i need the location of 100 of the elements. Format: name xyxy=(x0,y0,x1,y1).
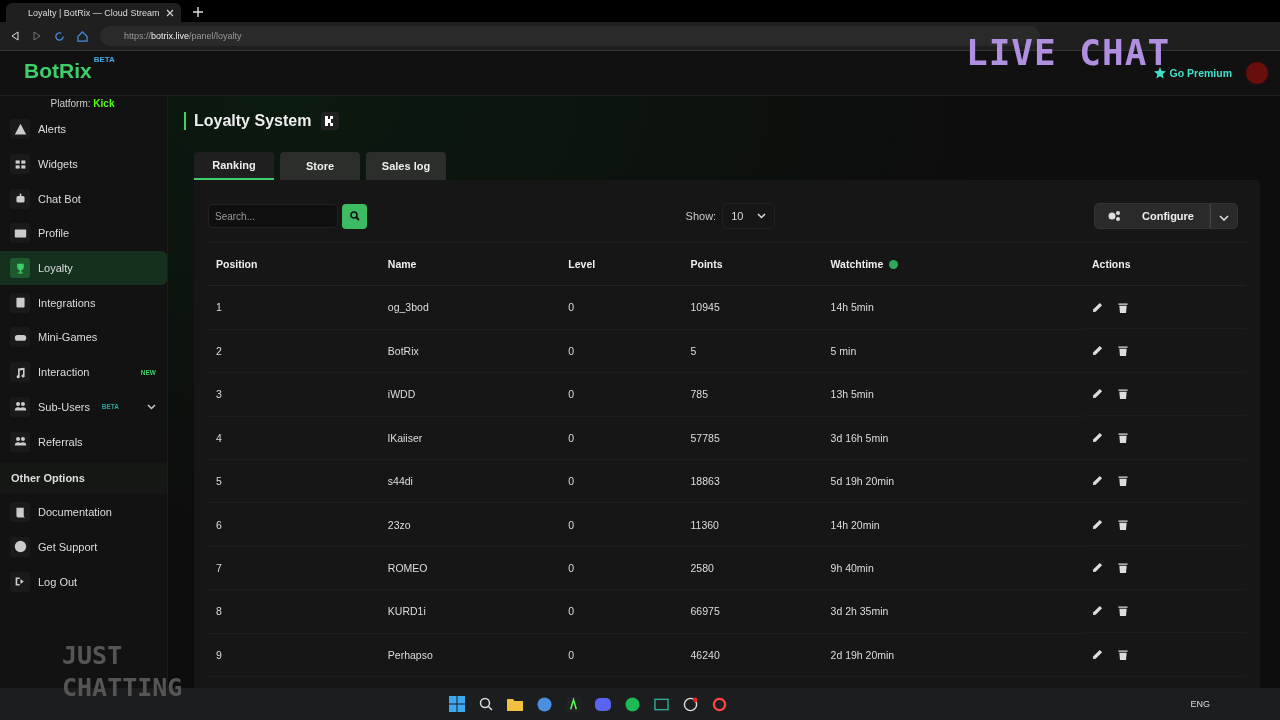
table-cell: 57785 xyxy=(682,416,823,460)
square-icon xyxy=(13,296,27,310)
trash-icon[interactable] xyxy=(1118,388,1128,400)
table-cell: KURD1i xyxy=(379,589,561,634)
pencil-icon[interactable] xyxy=(1092,648,1103,660)
search-button[interactable] xyxy=(342,203,367,229)
table-cell: 0 xyxy=(560,459,683,503)
configure-button[interactable]: Configure xyxy=(1094,203,1210,229)
pencil-icon[interactable] xyxy=(1092,518,1103,530)
logo[interactable]: BotRix xyxy=(24,59,92,83)
forward-icon[interactable] xyxy=(32,31,42,41)
chevron-icon[interactable] xyxy=(147,403,156,410)
reload-icon[interactable] xyxy=(54,30,65,42)
table-cell: iWDD xyxy=(379,372,561,417)
column-header: Position xyxy=(208,243,380,286)
sidebar-section-title: Other Options xyxy=(0,462,167,493)
table-cell: 0 xyxy=(560,589,683,634)
pencil-icon[interactable] xyxy=(1092,605,1103,617)
pencil-icon[interactable] xyxy=(1092,475,1103,487)
app-icon[interactable] xyxy=(654,697,670,711)
pencil-icon[interactable] xyxy=(1092,388,1103,400)
table-cell: BotRix xyxy=(379,329,561,373)
table-cell: s44di xyxy=(379,459,561,503)
trash-icon[interactable] xyxy=(1118,301,1128,313)
table-cell: 0 xyxy=(560,633,683,677)
show-label: Show: xyxy=(685,210,717,222)
beta-label: BETA xyxy=(93,55,115,64)
close-icon[interactable] xyxy=(166,8,174,17)
star-icon xyxy=(1153,67,1166,79)
trash-icon[interactable] xyxy=(1118,475,1128,487)
trash-icon[interactable] xyxy=(1118,605,1128,617)
pencil-icon[interactable] xyxy=(1092,562,1103,574)
table-cell: 46240 xyxy=(682,633,823,677)
table-cell: 0 xyxy=(560,372,683,417)
tab[interactable]: Store xyxy=(280,152,360,180)
configure-dropdown-button[interactable] xyxy=(1210,203,1238,229)
trash-icon[interactable] xyxy=(1118,431,1128,443)
tab[interactable]: Sales log xyxy=(366,152,446,180)
card-icon xyxy=(13,226,27,240)
table-cell: og_3bod xyxy=(379,285,561,330)
column-header: Name xyxy=(379,243,561,286)
table-cell: 4 xyxy=(208,416,380,460)
table-cell: 18863 xyxy=(682,459,823,503)
sidebar-item[interactable]: Widgets xyxy=(0,146,167,182)
table-cell: 9 xyxy=(208,633,380,677)
sidebar-item[interactable]: Integrations xyxy=(0,285,167,321)
back-icon[interactable] xyxy=(10,31,20,41)
sidebar-item[interactable]: Profile xyxy=(0,216,167,251)
table-cell: 3d 2h 35min xyxy=(822,589,1084,634)
tab[interactable]: Ranking xyxy=(194,152,274,180)
table-cell: 5 xyxy=(682,329,823,373)
sidebar-item[interactable]: Mini-Games xyxy=(0,320,167,355)
plus-icon[interactable] xyxy=(193,7,203,17)
trash-icon[interactable] xyxy=(1118,345,1128,357)
table-cell: 0 xyxy=(560,502,683,547)
users-icon xyxy=(13,435,27,449)
app-icon[interactable] xyxy=(566,696,582,712)
table-cell: 10945 xyxy=(682,285,823,330)
trash-icon[interactable] xyxy=(1118,648,1128,660)
table-cell: 9h 40min xyxy=(822,546,1084,590)
trash-icon[interactable] xyxy=(1118,518,1128,530)
sidebar-item[interactable]: Log Out xyxy=(0,564,167,599)
sidebar-item[interactable]: Get Support xyxy=(0,529,167,565)
search-icon[interactable] xyxy=(479,697,494,711)
gears-icon xyxy=(1107,210,1121,222)
pencil-icon[interactable] xyxy=(1092,301,1103,313)
page-title: Loyalty System xyxy=(194,112,312,130)
column-header: Level xyxy=(560,243,683,286)
logout-icon xyxy=(13,575,27,589)
sidebar-item[interactable]: Loyalty xyxy=(0,250,167,286)
table-cell: 5 min xyxy=(822,329,1084,373)
search-icon xyxy=(349,211,360,221)
sidebar-item[interactable]: Referrals xyxy=(0,424,167,459)
language-indicator[interactable]: ENG xyxy=(1190,699,1210,709)
sidebar-item[interactable]: Chat Bot xyxy=(0,181,167,217)
page-size-dropdown[interactable]: 10 xyxy=(722,203,776,229)
warning-icon xyxy=(13,122,27,136)
table-cell: lKaiiser xyxy=(379,416,561,460)
sidebar-item[interactable]: Documentation xyxy=(0,494,167,530)
table-cell: 2 xyxy=(208,329,380,373)
pencil-icon[interactable] xyxy=(1092,345,1103,357)
browser-tab[interactable]: Loyalty | BotRix — Cloud Stream xyxy=(6,3,181,22)
table-cell: ROMEO xyxy=(379,546,561,590)
pencil-icon[interactable] xyxy=(1092,431,1103,443)
sidebar-item[interactable]: Alerts xyxy=(0,112,167,147)
windows-start-icon[interactable] xyxy=(449,696,466,712)
table-cell: 2580 xyxy=(682,546,823,590)
chevron-down-icon xyxy=(757,213,767,219)
search-field[interactable]: Search... xyxy=(208,204,338,228)
table-cell: 66975 xyxy=(682,589,823,634)
table-cell: 3 xyxy=(208,372,380,417)
table-cell: 0 xyxy=(560,285,683,330)
kick-logo-icon xyxy=(321,112,340,130)
folder-icon[interactable] xyxy=(507,697,524,711)
table-cell: 13h 5min xyxy=(822,372,1084,417)
home-icon[interactable] xyxy=(77,30,88,42)
chevron-down-icon xyxy=(1219,214,1229,221)
column-header: Points xyxy=(682,243,823,286)
trash-icon[interactable] xyxy=(1118,562,1128,574)
grid-icon xyxy=(13,157,27,171)
